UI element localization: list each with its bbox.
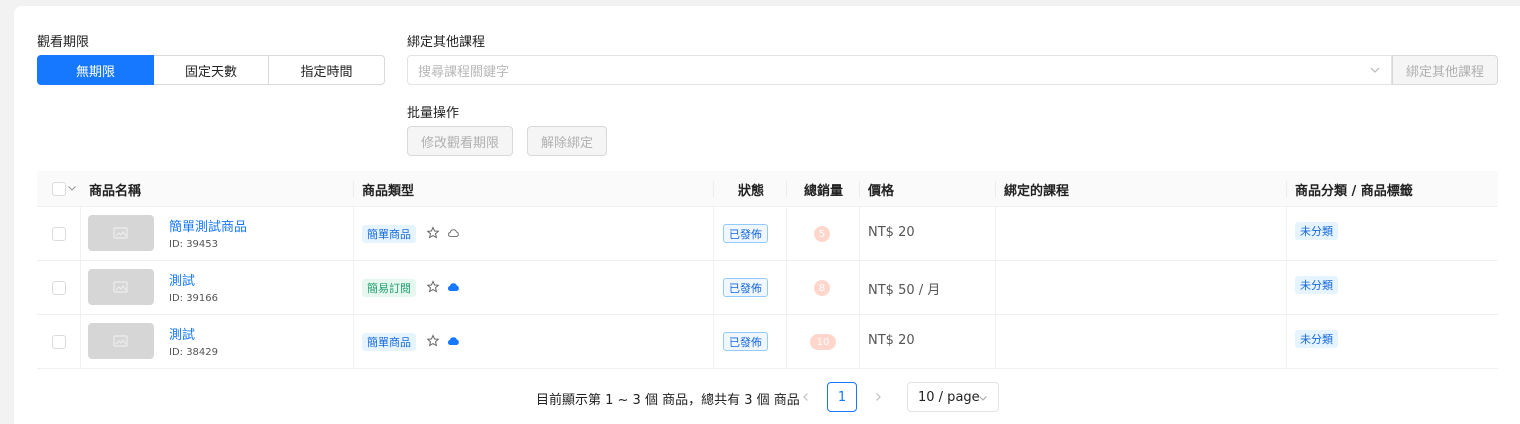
header-category: 商品分類 / 商品標籤: [1295, 183, 1413, 199]
page-number-current[interactable]: 1: [827, 382, 857, 412]
select-all-checkbox[interactable]: [52, 182, 66, 196]
content-card: 觀看期限 無期限 固定天數 指定時間 綁定其他課程 搜尋課程關鍵字 綁定其他課程…: [14, 6, 1520, 424]
image-placeholder-icon: [113, 281, 128, 293]
batch-label: 批量操作: [407, 106, 460, 121]
header-price: 價格: [868, 183, 895, 199]
header-status: 狀態: [738, 183, 765, 199]
table-row[interactable]: 簡單測試商品 ID: 39453 簡單商品 已發佈 5 NT$ 20 未分類: [37, 207, 1498, 261]
row-checkbox[interactable]: [52, 335, 66, 349]
view-period-option-specified-time[interactable]: 指定時間: [268, 55, 385, 85]
course-search-select[interactable]: 搜尋課程關鍵字: [407, 55, 1392, 85]
product-id: ID: 38429: [169, 347, 219, 358]
sales-count-badge: 8: [814, 280, 830, 296]
row-checkbox[interactable]: [52, 227, 66, 241]
table-row[interactable]: 測試 ID: 38429 簡單商品 已發佈 10 NT$ 20 未分類: [37, 315, 1498, 369]
product-type-tag: 簡單商品: [362, 333, 416, 351]
status-badge: 已發佈: [723, 332, 768, 351]
modify-view-period-button[interactable]: 修改觀看期限: [407, 126, 513, 156]
star-icon[interactable]: [426, 280, 440, 294]
product-thumbnail: [88, 323, 154, 359]
view-period-label: 觀看期限: [37, 35, 90, 50]
product-id: ID: 39166: [169, 293, 219, 304]
header-name: 商品名稱: [89, 183, 142, 199]
header-type: 商品類型: [362, 183, 415, 199]
product-name-link[interactable]: 測試: [169, 270, 195, 289]
product-id: ID: 39453: [169, 239, 219, 250]
category-tag: 未分類: [1295, 222, 1338, 240]
status-badge: 已發佈: [723, 278, 768, 297]
unbind-button[interactable]: 解除綁定: [527, 126, 607, 156]
product-name-link[interactable]: 簡單測試商品: [169, 216, 247, 235]
bind-course-button[interactable]: 綁定其他課程: [1392, 55, 1498, 85]
chevron-down-icon: [979, 396, 987, 401]
view-period-segmented: 無期限 固定天數 指定時間: [37, 55, 385, 85]
product-type-tag: 簡易訂閱: [362, 279, 416, 297]
course-search-placeholder: 搜尋課程關鍵字: [418, 64, 510, 80]
chevron-right-icon[interactable]: [872, 391, 884, 403]
image-placeholder-icon: [113, 335, 128, 347]
table-header: 商品名稱 商品類型 狀態 總銷量 價格 綁定的課程 商品分類 / 商品標籤: [37, 171, 1498, 207]
table-row[interactable]: 測試 ID: 39166 簡易訂閱 已發佈 8 NT$ 50 / 月 未分類: [37, 261, 1498, 315]
row-checkbox[interactable]: [52, 281, 66, 295]
product-thumbnail: [88, 215, 154, 251]
cloud-icon[interactable]: [446, 226, 460, 240]
category-tag: 未分類: [1295, 276, 1338, 294]
bind-course-label: 綁定其他課程: [407, 35, 486, 50]
product-name-link[interactable]: 測試: [169, 324, 195, 343]
price: NT$ 20: [868, 225, 915, 240]
view-period-option-fixed-days[interactable]: 固定天數: [153, 55, 269, 85]
chevron-left-icon[interactable]: [800, 391, 812, 403]
header-bound-courses: 綁定的課程: [1004, 183, 1070, 199]
view-period-option-unlimited[interactable]: 無期限: [37, 55, 154, 85]
chevron-down-icon[interactable]: [67, 183, 77, 193]
cloud-icon[interactable]: [446, 334, 460, 348]
category-tag: 未分類: [1295, 330, 1338, 348]
sales-count-badge: 10: [810, 334, 836, 350]
page-size-select[interactable]: 10 / page: [907, 382, 999, 412]
pagination-summary: 目前顯示第 1 ~ 3 個 商品，總共有 3 個 商品: [536, 393, 800, 408]
product-type-tag: 簡單商品: [362, 225, 416, 243]
header-sales: 總銷量: [804, 183, 844, 199]
status-badge: 已發佈: [723, 224, 768, 243]
price: NT$ 20: [868, 333, 915, 348]
product-thumbnail: [88, 269, 154, 305]
sales-count-badge: 5: [814, 226, 830, 242]
star-icon[interactable]: [426, 226, 440, 240]
star-icon[interactable]: [426, 334, 440, 348]
chevron-down-icon: [1370, 67, 1380, 73]
price: NT$ 50 / 月: [868, 283, 941, 298]
cloud-icon[interactable]: [446, 280, 460, 294]
page-size-value: 10 / page: [918, 389, 980, 405]
image-placeholder-icon: [113, 227, 128, 239]
